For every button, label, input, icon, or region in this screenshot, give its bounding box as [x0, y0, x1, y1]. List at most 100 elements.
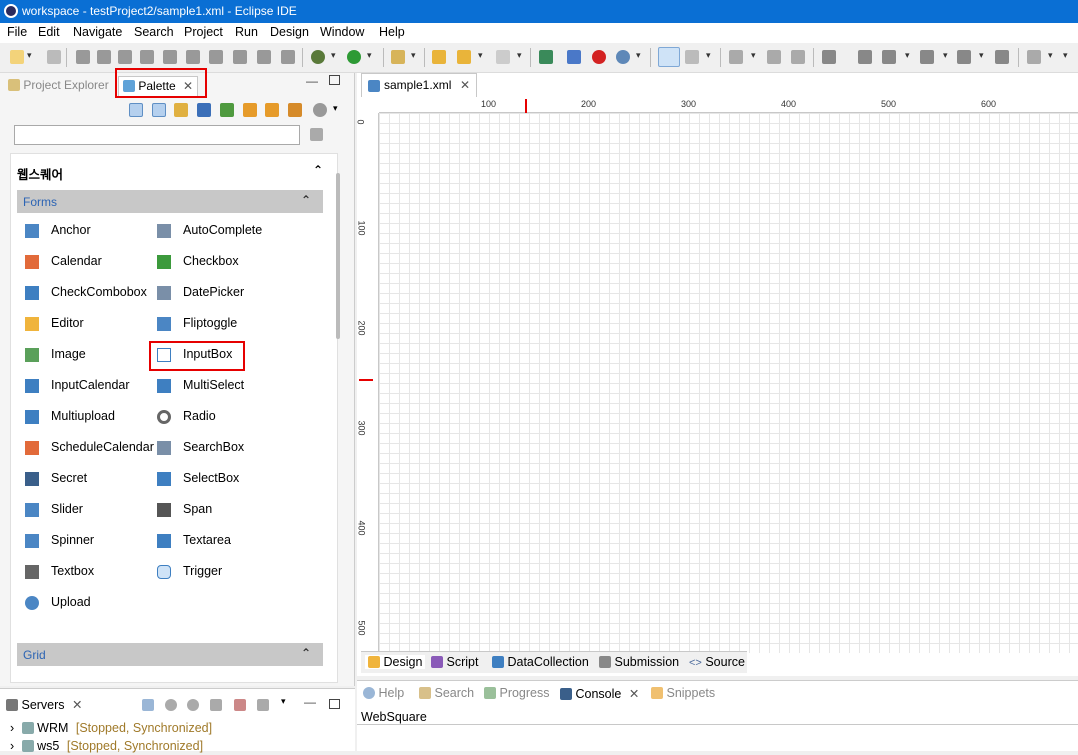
forward-icon[interactable] [496, 50, 510, 64]
view-menu-icon[interactable]: ▾ [281, 696, 286, 707]
palette-item-multiselect[interactable]: MultiSelect [157, 376, 297, 396]
start-server-icon[interactable] [187, 699, 199, 711]
menu-run[interactable]: Run [235, 25, 258, 39]
user-icon[interactable] [197, 103, 211, 117]
submission-icon[interactable] [265, 103, 279, 117]
menu-project[interactable]: Project [184, 25, 223, 39]
grid-icon[interactable] [1027, 50, 1041, 64]
layout-icon[interactable] [233, 50, 247, 64]
design-canvas[interactable] [379, 113, 1078, 653]
menu-window[interactable]: Window [320, 25, 364, 39]
back-icon[interactable] [457, 50, 471, 64]
palette-item-fliptoggle[interactable]: Fliptoggle [157, 314, 297, 334]
category-grid[interactable]: Grid ⌃ [17, 643, 323, 666]
editor-tab-sample1[interactable]: sample1.xml ✕ [361, 73, 477, 97]
filter-options-icon[interactable] [310, 128, 323, 141]
layout-icon[interactable] [97, 50, 111, 64]
forward-dropdown-icon[interactable]: ▾ [517, 50, 522, 61]
external-tools-dropdown-icon[interactable]: ▾ [411, 50, 416, 61]
minimize-icon[interactable]: — [304, 695, 316, 709]
toolbar-overflow-icon[interactable]: ▾ [1063, 50, 1068, 61]
menu-edit[interactable]: Edit [38, 25, 60, 39]
palette-item-editor[interactable]: Editor [25, 314, 155, 334]
layout-icon[interactable] [140, 50, 154, 64]
collapse-icon[interactable] [142, 699, 154, 711]
chevron-right-icon[interactable]: › [10, 721, 14, 735]
tab-snippets[interactable]: Snippets [651, 686, 715, 700]
new-dropdown-icon[interactable]: ▾ [27, 50, 32, 61]
save-icon[interactable] [47, 50, 61, 64]
record-icon[interactable] [592, 50, 606, 64]
new-icon[interactable] [10, 50, 24, 64]
external-tools-icon[interactable] [391, 50, 405, 64]
palette-item-selectbox[interactable]: SelectBox [157, 469, 297, 489]
font-style-icon[interactable] [858, 50, 872, 64]
collapse-category-icon[interactable]: ⌃ [301, 193, 311, 207]
palette-item-secret[interactable]: Secret [25, 469, 155, 489]
align-icon[interactable] [729, 50, 743, 64]
palette-item-checkcombobox[interactable]: CheckCombobox [25, 283, 155, 303]
palette-item-spinner[interactable]: Spinner [25, 531, 155, 551]
palette-item-datepicker[interactable]: DatePicker [157, 283, 297, 303]
zoom-100-icon[interactable] [791, 50, 805, 64]
tab-help[interactable]: Help [363, 686, 404, 700]
palette-item-searchbox[interactable]: SearchBox [157, 438, 297, 458]
font-size-icon[interactable] [822, 50, 836, 64]
script-icon[interactable] [243, 103, 257, 117]
palette-item-autocomplete[interactable]: AutoComplete [157, 221, 297, 241]
expand-all-icon[interactable] [152, 103, 166, 117]
tab-console[interactable]: Console ✕ [560, 686, 639, 701]
palette-item-textarea[interactable]: Textarea [157, 531, 297, 551]
layout-icon[interactable] [163, 50, 177, 64]
debug-icon[interactable] [311, 50, 325, 64]
layout-icon[interactable] [118, 50, 132, 64]
preview-icon[interactable] [567, 50, 581, 64]
tab-script[interactable]: Script [431, 655, 478, 669]
palette-item-multiupload[interactable]: Multiupload [25, 407, 155, 427]
palette-item-calendar[interactable]: Calendar [25, 252, 155, 272]
browser-icon[interactable] [616, 50, 630, 64]
tab-search[interactable]: Search [419, 686, 474, 700]
table-icon[interactable] [995, 50, 1009, 64]
profile-server-icon[interactable] [210, 699, 222, 711]
palette-item-checkbox[interactable]: Checkbox [157, 252, 297, 272]
select-tool-icon[interactable] [658, 47, 680, 67]
refresh-icon[interactable] [174, 103, 188, 117]
tab-project-explorer[interactable]: Project Explorer [4, 76, 113, 96]
tab-submission[interactable]: Submission [599, 655, 679, 669]
align-dropdown-icon[interactable]: ▾ [751, 50, 756, 61]
palette-item-inputcalendar[interactable]: InputCalendar [25, 376, 155, 396]
menu-design[interactable]: Design [270, 25, 309, 39]
palette-scrollbar[interactable] [336, 173, 340, 339]
last-edit-icon[interactable] [432, 50, 446, 64]
settings-dropdown-icon[interactable]: ▾ [333, 103, 338, 114]
text-align-icon[interactable] [920, 50, 934, 64]
server-row[interactable]: › ws5 [Stopped, Synchronized] [10, 739, 310, 755]
tab-source[interactable]: <> Source [689, 655, 745, 669]
palette-item-span[interactable]: Span [157, 500, 297, 520]
layout-icon[interactable] [76, 50, 90, 64]
font-dropdown-icon[interactable]: ▾ [905, 50, 910, 61]
layout-icon[interactable] [281, 50, 295, 64]
palette-item-schedulecalendar[interactable]: ScheduleCalendar [25, 438, 155, 458]
close-icon[interactable]: ✕ [72, 698, 82, 712]
palette-item-upload[interactable]: Upload [25, 593, 155, 613]
tab-design[interactable]: Design [365, 655, 426, 669]
palette-item-textbox[interactable]: Textbox [25, 562, 155, 582]
grid-dropdown-icon[interactable]: ▾ [1048, 50, 1053, 61]
palette-item-slider[interactable]: Slider [25, 500, 155, 520]
menu-search[interactable]: Search [134, 25, 174, 39]
menu-file[interactable]: File [7, 25, 27, 39]
browser-dropdown-icon[interactable]: ▾ [636, 50, 641, 61]
palette-item-image[interactable]: Image [25, 345, 155, 365]
tab-servers[interactable]: Servers ✕ [6, 697, 83, 712]
text-align-dropdown-icon[interactable]: ▾ [943, 50, 948, 61]
tab-progress[interactable]: Progress [484, 686, 550, 700]
marquee-dropdown-icon[interactable]: ▾ [706, 50, 711, 61]
stop-server-icon[interactable] [234, 699, 246, 711]
maximize-icon[interactable] [329, 75, 340, 85]
publish-icon[interactable] [257, 699, 269, 711]
run-icon[interactable] [347, 50, 361, 64]
marquee-icon[interactable] [685, 50, 699, 64]
category-forms[interactable]: Forms ⌃ [17, 190, 323, 213]
